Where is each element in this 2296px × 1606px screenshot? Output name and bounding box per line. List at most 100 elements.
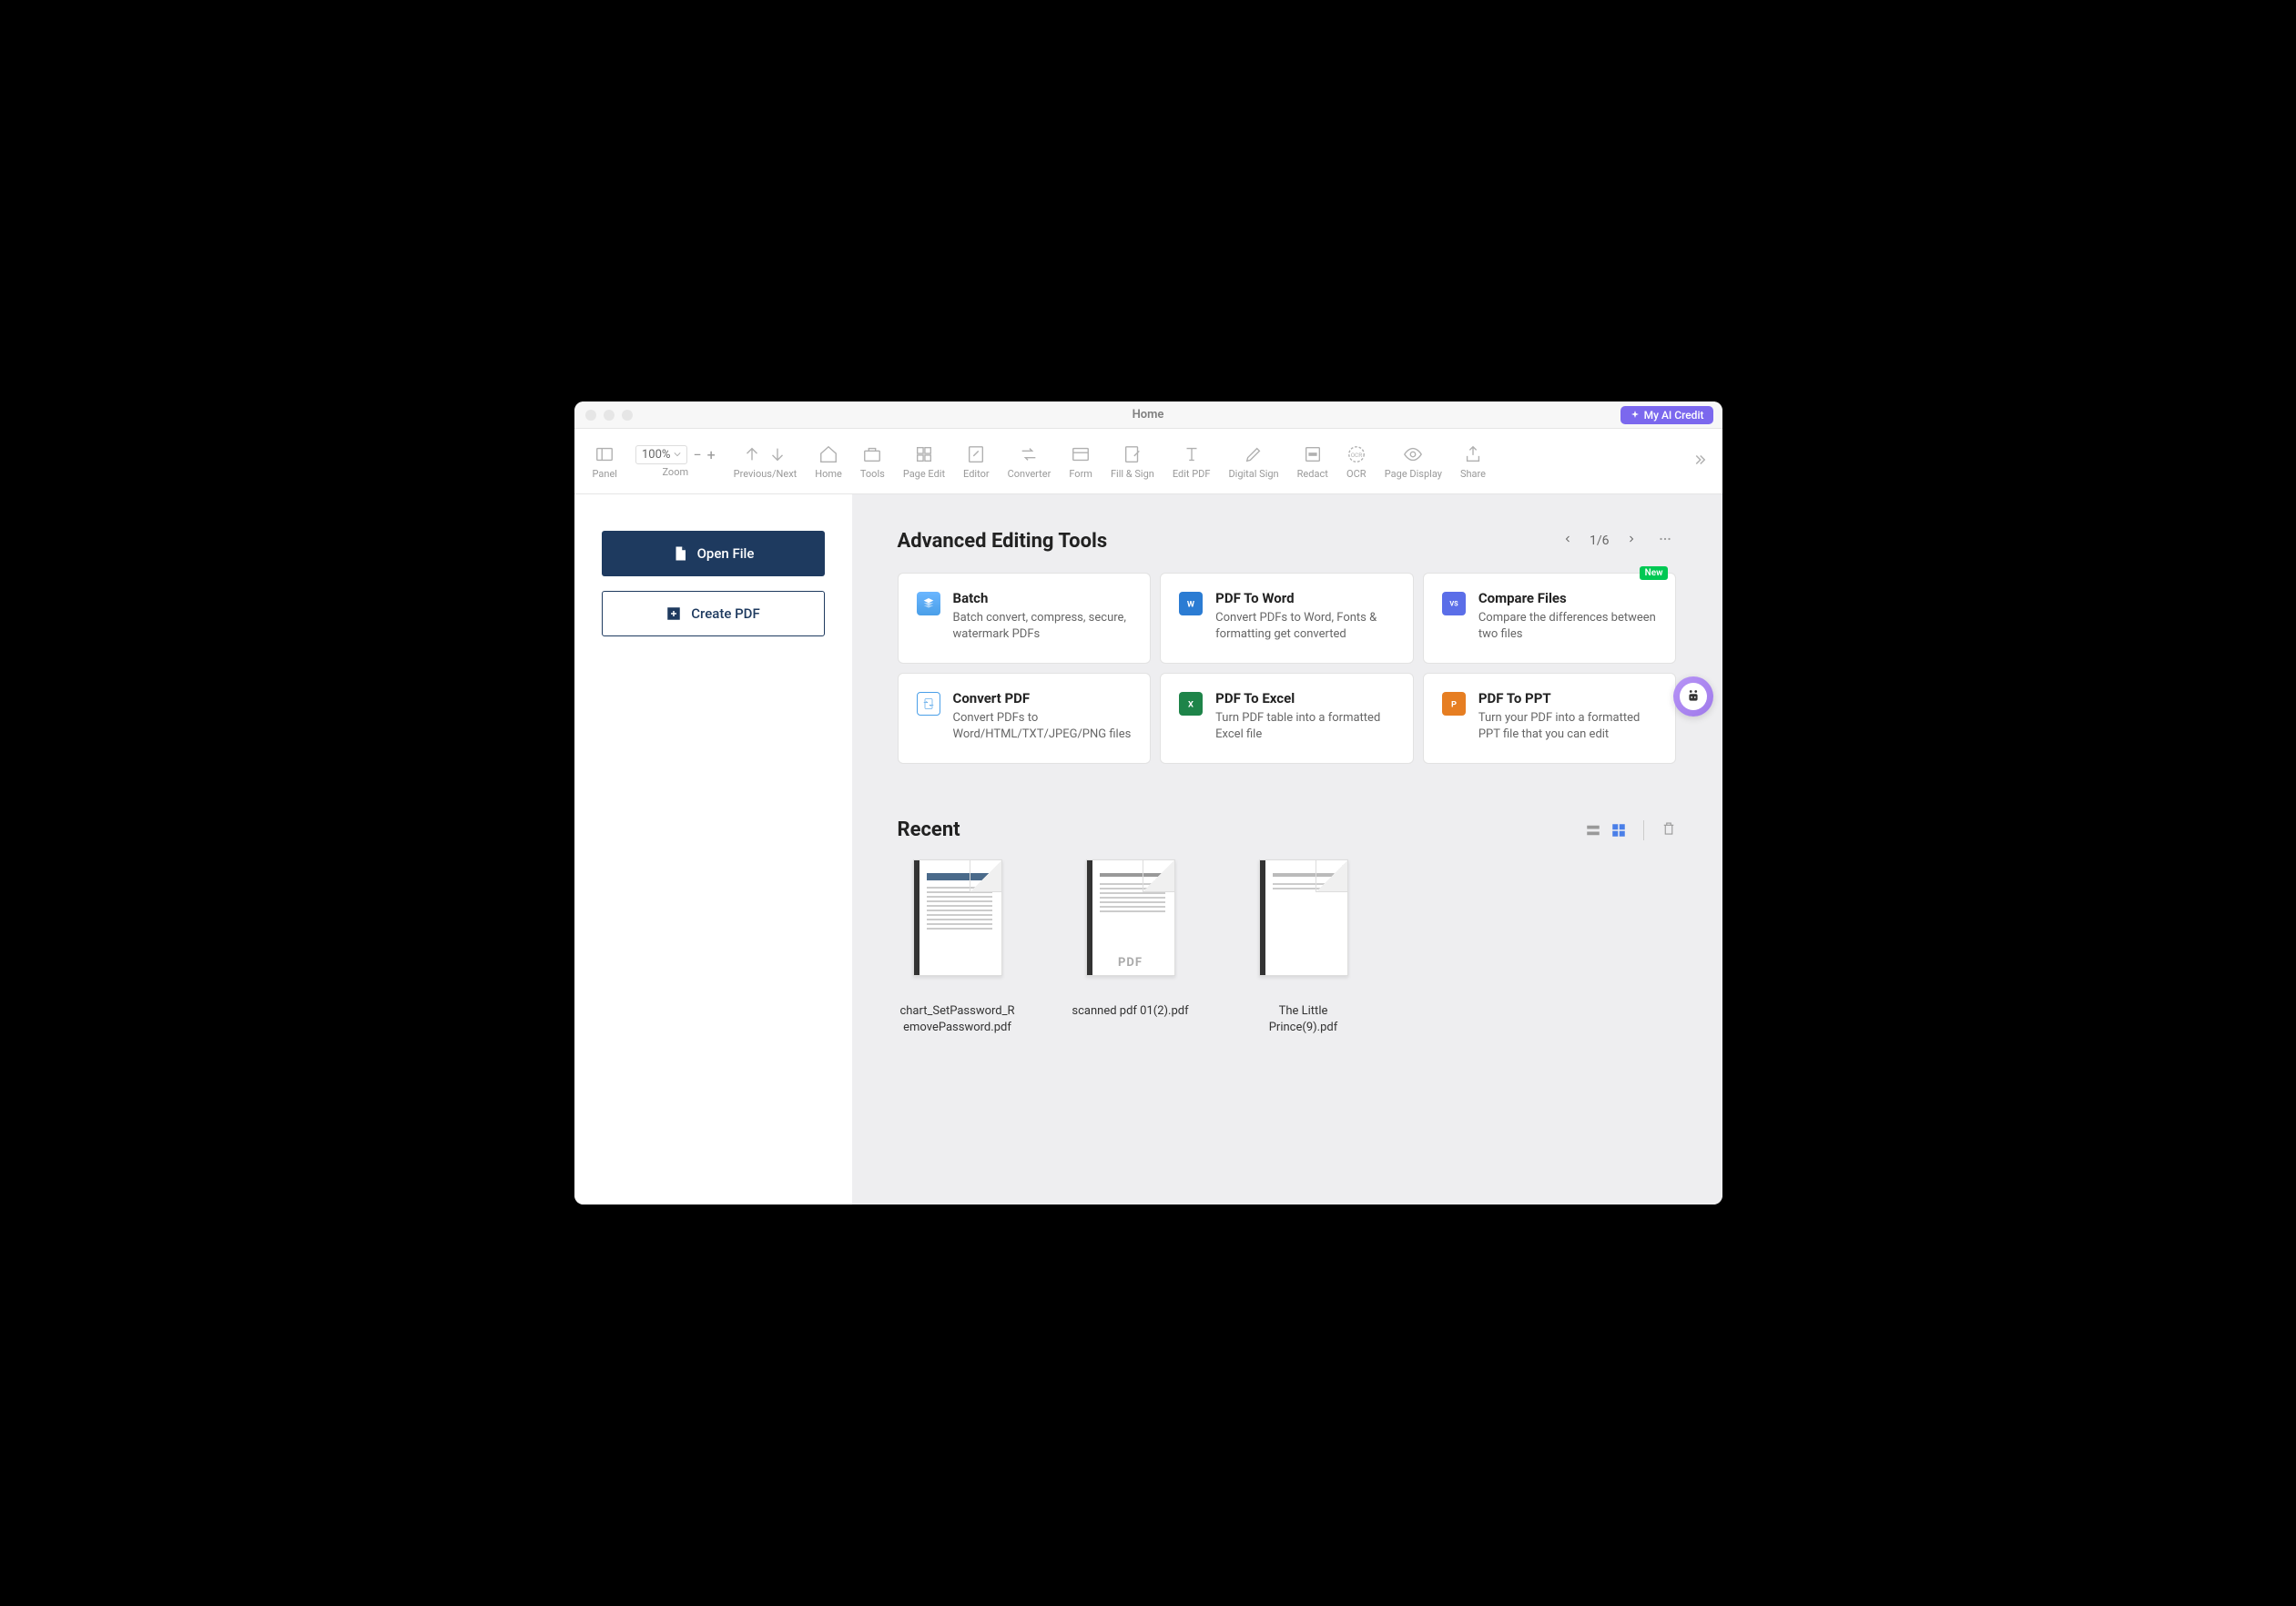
toolbar-edit-pdf[interactable]: Edit PDF: [1163, 442, 1220, 480]
zoom-in-button[interactable]: +: [707, 446, 716, 463]
toolbar-redact[interactable]: Redact: [1288, 442, 1337, 480]
create-pdf-button[interactable]: Create PDF: [602, 591, 825, 636]
sidebar: Open File Create PDF: [574, 494, 852, 1204]
file-icon: [672, 545, 688, 562]
card-desc: Batch convert, compress, secure, waterma…: [953, 610, 1134, 643]
batch-icon: [917, 592, 940, 615]
tool-cards: Batch Batch convert, compress, secure, wa…: [898, 573, 1677, 764]
recent-item[interactable]: The Little Prince(9).pdf: [1244, 859, 1364, 1035]
my-ai-credit-button[interactable]: My AI Credit: [1620, 406, 1713, 424]
share-icon: [1463, 442, 1483, 466]
dots-icon: [1657, 531, 1673, 547]
redact-icon: [1303, 442, 1323, 466]
tools-header: Advanced Editing Tools 1/6: [898, 527, 1677, 554]
toolbar-page-display[interactable]: Page Display: [1376, 442, 1451, 480]
maximize-button[interactable]: [622, 410, 633, 421]
window-title: Home: [1133, 408, 1164, 422]
credit-label: My AI Credit: [1644, 409, 1704, 422]
word-icon: W: [1179, 592, 1203, 615]
sign-icon: [1123, 442, 1143, 466]
recent-item[interactable]: PDF scanned pdf 01(2).pdf: [1071, 859, 1191, 1035]
form-icon: [1071, 442, 1091, 466]
minimize-button[interactable]: [604, 410, 615, 421]
pager-next[interactable]: [1622, 530, 1641, 552]
card-title: PDF To PPT: [1478, 690, 1660, 706]
zoom-out-button[interactable]: −: [693, 446, 701, 463]
list-view-button[interactable]: [1585, 822, 1601, 839]
recent-grid: chart_SetPassword_RemovePassword.pdf PDF…: [898, 859, 1677, 1035]
chevron-double-right-icon: [1692, 452, 1708, 468]
tools-pager: 1/6: [1559, 527, 1677, 554]
file-name: chart_SetPassword_RemovePassword.pdf: [898, 1003, 1018, 1035]
card-pdf-to-excel[interactable]: X PDF To ExcelTurn PDF table into a form…: [1160, 673, 1414, 764]
svg-text:OCR: OCR: [1351, 452, 1363, 459]
tools-heading: Advanced Editing Tools: [898, 530, 1108, 553]
card-desc: Compare the differences between two file…: [1478, 610, 1660, 643]
app-window: Home My AI Credit Panel 100% − + Zoom Pr…: [574, 402, 1722, 1204]
toolbar-share[interactable]: Share: [1451, 442, 1495, 480]
chevron-left-icon: [1562, 534, 1573, 544]
open-file-button[interactable]: Open File: [602, 531, 825, 576]
convert-pdf-icon: [917, 692, 940, 716]
arrow-up-icon: [742, 442, 762, 466]
toolbar-overflow[interactable]: [1692, 452, 1708, 472]
toolbar-converter[interactable]: Converter: [999, 442, 1061, 480]
ai-icon: [1680, 683, 1707, 710]
divider: [1643, 820, 1644, 840]
view-toggle: [1585, 822, 1627, 839]
eye-icon: [1403, 442, 1423, 466]
file-name: The Little Prince(9).pdf: [1244, 1003, 1364, 1035]
file-thumbnail: [913, 859, 1002, 976]
ai-assistant-button[interactable]: [1673, 676, 1713, 717]
grid-view-icon: [1610, 822, 1627, 839]
open-file-label: Open File: [697, 545, 755, 562]
file-name: scanned pdf 01(2).pdf: [1072, 1003, 1188, 1020]
zoom-select[interactable]: 100%: [635, 445, 687, 464]
pager-prev[interactable]: [1559, 530, 1577, 552]
toolbar-editor[interactable]: Editor: [954, 442, 999, 480]
card-title: PDF To Excel: [1215, 690, 1397, 706]
card-title: Convert PDF: [953, 690, 1134, 706]
card-convert-pdf[interactable]: Convert PDF Convert PDFs to Word/HTML/TXT…: [898, 673, 1152, 764]
toolbar-ocr[interactable]: OCR OCR: [1337, 442, 1376, 480]
card-title: Batch: [953, 590, 1134, 606]
svg-text:P: P: [1451, 699, 1457, 709]
compare-icon: VS: [1442, 592, 1466, 615]
pager-count: 1/6: [1590, 534, 1610, 548]
toolbar-fill-sign[interactable]: Fill & Sign: [1102, 442, 1163, 480]
recent-header: Recent: [898, 818, 1677, 841]
pen-icon: [1244, 442, 1264, 466]
card-pdf-to-ppt[interactable]: P PDF To PPT Turn your PDF into a formatt…: [1423, 673, 1677, 764]
body: Open File Create PDF Advanced Editing To…: [574, 494, 1722, 1204]
ocr-icon: OCR: [1346, 442, 1366, 466]
toolbar-form[interactable]: Form: [1060, 442, 1102, 480]
card-pdf-to-word[interactable]: W PDF To WordConvert PDFs to Word, Fonts…: [1160, 573, 1414, 664]
text-icon: [1182, 442, 1202, 466]
svg-text:VS: VS: [1449, 600, 1458, 608]
titlebar: Home My AI Credit: [574, 402, 1722, 429]
toolbar-panel[interactable]: Panel: [584, 442, 626, 480]
toolbar-tools[interactable]: Tools: [851, 442, 894, 480]
delete-button[interactable]: [1661, 820, 1677, 840]
card-batch[interactable]: Batch Batch convert, compress, secure, wa…: [898, 573, 1152, 664]
plus-icon: [665, 605, 682, 622]
close-button[interactable]: [585, 410, 596, 421]
card-compare-files[interactable]: New VS Compare FilesCompare the differen…: [1423, 573, 1677, 664]
grid-view-button[interactable]: [1610, 822, 1627, 839]
chevron-down-icon: [674, 451, 681, 458]
home-icon: [818, 442, 838, 466]
card-desc: Convert PDFs to Word/HTML/TXT/JPEG/PNG f…: [953, 710, 1134, 743]
recent-item[interactable]: chart_SetPassword_RemovePassword.pdf: [898, 859, 1018, 1035]
toolbar-previous-next[interactable]: Previous/Next: [725, 442, 807, 480]
create-pdf-label: Create PDF: [691, 605, 759, 622]
toolbar-page-edit[interactable]: Page Edit: [894, 442, 954, 480]
pager-more[interactable]: [1653, 527, 1677, 554]
sparkle-icon: [1630, 410, 1641, 421]
toolbar-home[interactable]: Home: [806, 442, 851, 480]
toolbar-digital-sign[interactable]: Digital Sign: [1219, 442, 1287, 480]
card-desc: Convert PDFs to Word, Fonts & formatting…: [1215, 610, 1397, 643]
card-title: Compare Files: [1478, 590, 1660, 606]
recent-controls: [1585, 820, 1677, 840]
list-view-icon: [1585, 822, 1601, 839]
card-desc: Turn your PDF into a formatted PPT file …: [1478, 710, 1660, 743]
